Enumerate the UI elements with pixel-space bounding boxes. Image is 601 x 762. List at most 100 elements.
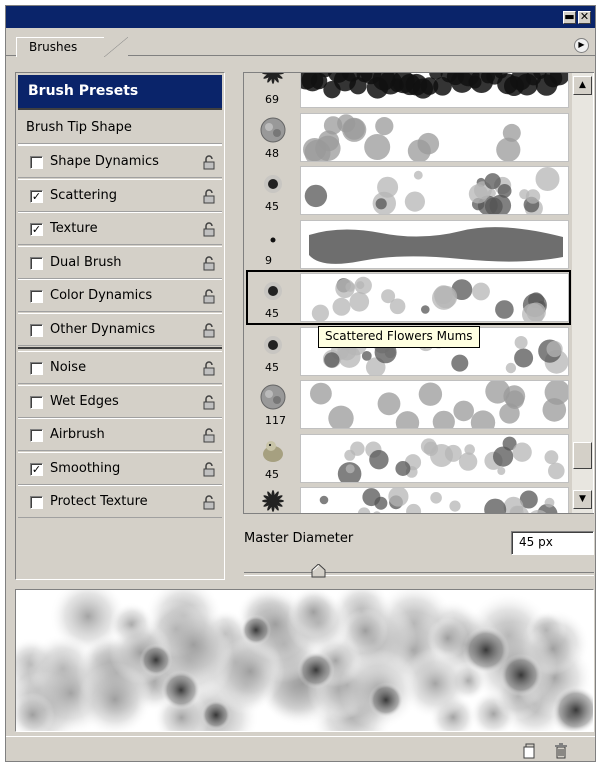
- trash-icon[interactable]: [554, 743, 568, 759]
- option-checkbox[interactable]: [30, 290, 43, 303]
- scroll-down-button[interactable]: ▼: [573, 490, 592, 509]
- option-checkbox[interactable]: [30, 323, 43, 337]
- lock-icon[interactable]: [203, 495, 215, 510]
- option-label: Wet Edges: [50, 393, 119, 409]
- scroll-up-button[interactable]: ▲: [573, 76, 592, 95]
- option-row[interactable]: ✓ Texture: [18, 212, 222, 245]
- option-row[interactable]: Other Dynamics: [18, 312, 222, 346]
- minimize-button[interactable]: ▬: [563, 11, 576, 24]
- brush-preset[interactable]: [247, 485, 570, 513]
- option-checkbox[interactable]: [30, 362, 43, 375]
- lock-icon[interactable]: [203, 428, 215, 443]
- brush-stroke-sample: [300, 112, 569, 162]
- new-preset-icon[interactable]: [522, 743, 536, 759]
- brush-stroke-sample: [300, 73, 569, 108]
- option-row[interactable]: Airbrush: [18, 418, 222, 451]
- option-row[interactable]: Shape Dynamics: [18, 145, 222, 178]
- option-checkbox[interactable]: [30, 395, 43, 409]
- panel-title-bar[interactable]: ▬ ✕: [6, 6, 595, 28]
- brush-tooltip: Scattered Flowers Mums: [318, 326, 480, 348]
- option-checkbox[interactable]: [30, 496, 43, 509]
- brush-size-label: 9: [265, 253, 272, 267]
- option-row[interactable]: Wet Edges: [18, 384, 222, 418]
- master-diameter-slider[interactable]: [244, 572, 594, 576]
- brush-size-label: 45: [265, 200, 279, 213]
- brush-preset[interactable]: 69: [247, 73, 570, 110]
- tab-brushes[interactable]: Brushes: [16, 37, 106, 57]
- brush-preset-items: 69 48 45 9 45 45 117 45: [244, 73, 572, 513]
- brush-preset[interactable]: 48: [247, 110, 570, 164]
- lock-icon[interactable]: [203, 461, 215, 477]
- master-diameter-field[interactable]: 45 px: [511, 531, 594, 555]
- lock-icon[interactable]: [203, 188, 215, 204]
- scroll-thumb[interactable]: [573, 442, 592, 469]
- brush-preset-list[interactable]: 69 48 45 9 45 45 117 45 ▲ ▼: [243, 72, 594, 514]
- brush-preset[interactable]: 9: [247, 217, 570, 271]
- option-label: Airbrush: [50, 427, 105, 442]
- lock-icon[interactable]: [203, 155, 215, 170]
- brush-preset[interactable]: 117: [247, 378, 570, 431]
- brush-presets-item[interactable]: Brush Presets: [18, 75, 222, 108]
- option-row[interactable]: ✓ Smoothing: [18, 451, 222, 485]
- brush-tip-thumbnail: [270, 237, 276, 242]
- brush-tip-shape-item[interactable]: Brush Tip Shape: [26, 120, 132, 135]
- brush-size-label: 69: [265, 93, 279, 106]
- brush-stroke-graphic: [301, 73, 568, 99]
- brush-options-list: Brush Presets Brush Tip Shape Shape Dyna…: [15, 72, 225, 580]
- option-label: Color Dynamics: [50, 288, 153, 303]
- lock-icon[interactable]: [203, 361, 215, 376]
- option-checkbox[interactable]: [30, 429, 43, 442]
- lock-icon[interactable]: [203, 322, 215, 338]
- brush-tip-thumbnail: [262, 490, 284, 512]
- brush-stroke-graphic: [319, 488, 558, 513]
- option-row[interactable]: Protect Texture: [18, 485, 222, 518]
- option-label: Texture: [50, 221, 98, 236]
- brush-stroke-sample: [300, 487, 569, 513]
- option-label: Shape Dynamics: [50, 154, 159, 169]
- brush-stroke-graphic: [311, 276, 547, 321]
- brush-stroke-sample: [300, 166, 569, 215]
- brush-preset[interactable]: 45: [247, 164, 570, 217]
- option-row[interactable]: Dual Brush: [18, 245, 222, 279]
- brush-size-label: 48: [265, 146, 279, 160]
- slider-knob-icon[interactable]: [311, 564, 326, 578]
- brush-stroke-sample: [300, 433, 569, 483]
- brush-stroke-sample: [300, 219, 569, 269]
- lock-icon[interactable]: [203, 289, 215, 304]
- option-checkbox[interactable]: [30, 256, 43, 270]
- option-label: Smoothing: [50, 460, 121, 476]
- stroke-preview: [15, 589, 594, 732]
- flyout-menu-icon[interactable]: ▶: [574, 38, 589, 53]
- lock-icon[interactable]: [203, 255, 215, 271]
- option-label: Noise: [50, 360, 87, 375]
- vertical-scrollbar[interactable]: ▲ ▼: [572, 73, 593, 513]
- divider: [18, 347, 222, 349]
- option-checkbox[interactable]: ✓: [30, 189, 43, 203]
- panel-bottom-bar: [6, 736, 595, 761]
- brush-preset[interactable]: 45: [246, 270, 571, 325]
- master-diameter-label: Master Diameter: [244, 531, 354, 546]
- option-checkbox[interactable]: ✓: [30, 223, 43, 236]
- brush-stroke-graphic: [310, 381, 568, 428]
- option-row[interactable]: ✓ Scattering: [18, 178, 222, 212]
- option-row[interactable]: Noise: [18, 351, 222, 384]
- option-label: Dual Brush: [50, 254, 122, 270]
- brush-size-label: 45: [265, 307, 279, 320]
- brush-stroke-sample: [300, 380, 569, 429]
- brush-stroke-graphic: [337, 436, 565, 482]
- option-label: Scattering: [50, 187, 118, 203]
- brush-stroke-graphic: [303, 113, 521, 161]
- stroke-preview-graphic: [16, 590, 593, 731]
- brush-size-label: 117: [265, 414, 286, 427]
- close-button[interactable]: ✕: [578, 11, 591, 24]
- option-label: Other Dynamics: [50, 321, 156, 337]
- option-row[interactable]: Color Dynamics: [18, 279, 222, 312]
- lock-icon[interactable]: [203, 222, 215, 237]
- divider: [18, 108, 222, 110]
- option-checkbox[interactable]: [30, 156, 43, 169]
- brush-size-label: 45: [265, 360, 279, 374]
- lock-icon[interactable]: [203, 394, 215, 410]
- option-checkbox[interactable]: ✓: [30, 462, 43, 476]
- brush-preset[interactable]: 45: [247, 431, 570, 485]
- brush-size-label: 45: [265, 467, 279, 481]
